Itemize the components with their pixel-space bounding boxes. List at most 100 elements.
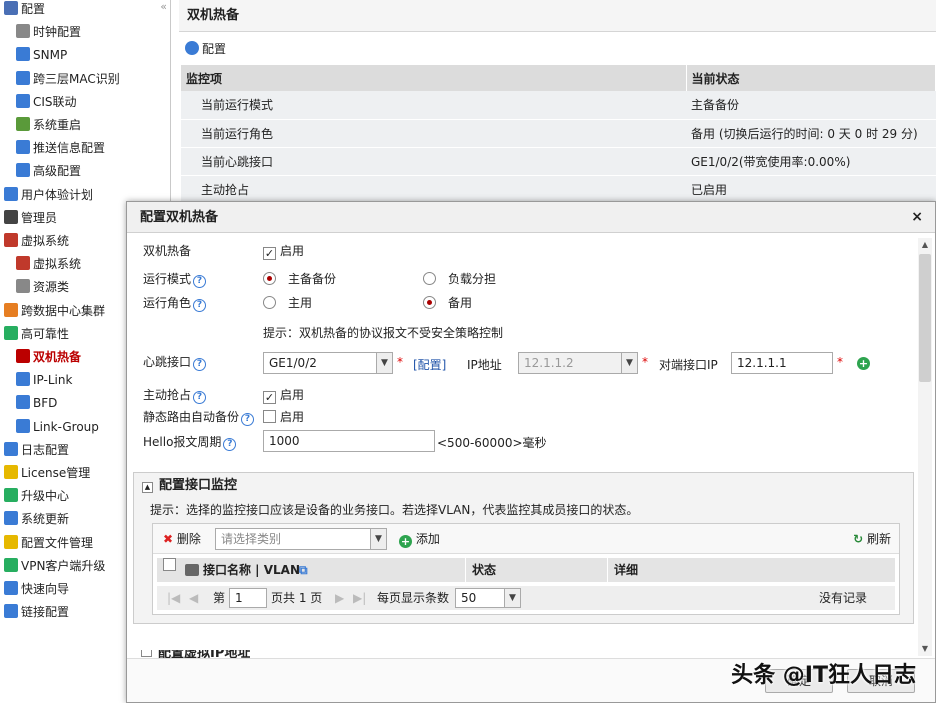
hello-input[interactable]: 1000 xyxy=(263,430,435,452)
sidebar-item-label: 用户体验计划 xyxy=(21,187,94,202)
sidebar-item[interactable]: 用户体验计划 xyxy=(4,184,93,206)
sidebar-item[interactable]: 配置文件管理 xyxy=(4,532,93,554)
sidebar-item[interactable]: Link-Group xyxy=(16,416,99,438)
delete-button[interactable]: ✖ 删除 xyxy=(163,524,201,554)
sidebar-item[interactable]: 双机热备 xyxy=(16,346,81,368)
per-page-select[interactable]: 50 ▼ xyxy=(455,588,521,608)
config-button[interactable]: 配置 xyxy=(185,38,226,60)
sidebar-item[interactable]: VPN客户端升级 xyxy=(4,555,105,577)
sidebar-item[interactable]: SNMP xyxy=(16,44,67,66)
chevron-down-icon: ▼ xyxy=(376,353,392,373)
clock-icon xyxy=(16,24,30,39)
help-icon[interactable]: ? xyxy=(193,358,207,371)
collapse-toggle-icon[interactable] xyxy=(141,650,152,657)
add-icon[interactable]: + xyxy=(857,357,870,370)
config-icon xyxy=(4,1,18,15)
sidebar-item-label: 时钟配置 xyxy=(33,25,82,40)
scroll-down-icon[interactable]: ▼ xyxy=(918,642,932,656)
status-cell: GE1/0/2(带宽使用率:0.00%) xyxy=(686,147,936,176)
heartbeat-config-link[interactable]: [配置] xyxy=(413,358,446,372)
help-icon[interactable]: ? xyxy=(193,391,207,404)
sidebar-item[interactable]: 日志配置 xyxy=(4,439,69,461)
ip-value: 12.1.1.2 xyxy=(524,356,574,370)
first-page-icon[interactable]: |◀ xyxy=(167,586,180,610)
prev-page-icon[interactable]: ◀ xyxy=(189,586,198,610)
role-opt2-label: 备用 xyxy=(448,296,473,310)
sidebar-item-label: 升级中心 xyxy=(21,489,70,504)
help-icon[interactable]: ? xyxy=(193,275,207,288)
status-cell: 备用 (切换后运行的时间: 0 天 0 时 29 分) xyxy=(686,119,936,148)
role-radio-standby[interactable]: 备用 xyxy=(423,294,472,311)
refresh-icon: ↻ xyxy=(853,532,864,546)
page-total: 页共 1 页 xyxy=(271,591,323,605)
sidebar-item[interactable]: 资源类 xyxy=(16,276,69,298)
collapse-toggle-icon[interactable]: ▲ xyxy=(142,482,153,493)
sidebar-item-label: 推送信息配置 xyxy=(33,141,106,156)
sidebar-item[interactable]: 跨三层MAC识别 xyxy=(16,68,120,90)
heartbeat-select[interactable]: GE1/0/2 ▼ xyxy=(263,352,393,374)
dialog-body: 双机热备 ✓ 启用 运行模式? 主备备份 负载分担 运行角色? 主用 备用 提示：… xyxy=(131,236,915,658)
sidebar-item[interactable]: 时钟配置 xyxy=(16,21,81,43)
sidebar-item[interactable]: 高级配置 xyxy=(16,160,81,182)
peer-ip-input[interactable]: 12.1.1.1 xyxy=(731,352,833,374)
help-icon[interactable]: ? xyxy=(223,438,237,451)
sidebar-item[interactable]: 快速向导 xyxy=(4,578,69,600)
mode-radio-active-standby[interactable]: 主备备份 xyxy=(263,270,336,287)
sidebar-item[interactable]: 虚拟系统 xyxy=(4,230,69,252)
admin-icon xyxy=(4,209,18,224)
help-icon[interactable]: ? xyxy=(193,299,207,312)
role-radio-primary[interactable]: 主用 xyxy=(263,294,312,311)
sidebar-item[interactable]: 管理员 xyxy=(4,207,57,229)
advanced-icon xyxy=(16,163,30,178)
refresh-button[interactable]: ↻ 刷新 xyxy=(853,524,891,554)
close-icon[interactable]: × xyxy=(911,202,923,233)
resource-icon xyxy=(16,279,30,294)
sidebar-item[interactable]: 系统重启 xyxy=(16,114,81,136)
required-mark: * xyxy=(837,355,843,369)
preempt-checkbox[interactable]: ✓ 启用 xyxy=(263,386,304,404)
cluster-icon xyxy=(4,302,18,317)
ip-label: IP地址 xyxy=(467,358,502,372)
sidebar-item[interactable]: 系统更新 xyxy=(4,508,69,530)
scrollbar[interactable]: ▲ ▼ xyxy=(918,238,932,656)
sidebar-item[interactable]: 跨数据中心集群 xyxy=(4,300,105,322)
collapse-icon[interactable]: « xyxy=(160,0,167,13)
sidebar-item[interactable]: BFD xyxy=(16,392,57,414)
mode-opt1-label: 主备备份 xyxy=(288,272,337,286)
sidebar-item[interactable]: 链接配置 xyxy=(4,601,69,623)
delete-label: 删除 xyxy=(176,532,201,546)
category-select[interactable]: 请选择类别 ▼ xyxy=(215,528,387,550)
page-input[interactable]: 1 xyxy=(229,588,267,608)
scroll-up-icon[interactable]: ▲ xyxy=(918,238,932,252)
help-icon[interactable]: ? xyxy=(241,413,255,426)
col-status[interactable]: 状态 xyxy=(465,558,496,582)
sidebar-item[interactable]: 虚拟系统 xyxy=(16,253,81,275)
monitor-item-cell: 当前心跳接口 xyxy=(181,147,686,176)
last-page-icon[interactable]: ▶| xyxy=(353,586,366,610)
watermark: 头条 @IT狂人日志 xyxy=(731,663,916,688)
col-detail[interactable]: 详细 xyxy=(607,558,638,582)
pagination: |◀ ◀ 第 1 页共 1 页 ▶ ▶| 每页显示条数 50 ▼ 没有记录 xyxy=(157,586,895,610)
radio-selected-icon xyxy=(423,296,436,309)
sidebar-item[interactable]: 配置 xyxy=(4,0,45,20)
upgrade-icon xyxy=(4,488,18,503)
select-all-checkbox[interactable] xyxy=(163,558,176,571)
scroll-thumb[interactable] xyxy=(919,254,931,382)
sidebar-item[interactable]: 推送信息配置 xyxy=(16,137,105,159)
sidebar-item[interactable]: 升级中心 xyxy=(4,485,69,507)
static-route-checkbox[interactable]: 启用 xyxy=(263,408,304,425)
protocol-tip: 提示：双机热备的协议报文不受安全策略控制 xyxy=(263,326,504,340)
radio-selected-icon xyxy=(263,272,276,285)
mode-radio-load-sharing[interactable]: 负载分担 xyxy=(423,270,496,287)
sidebar-item-label: 双机热备 xyxy=(33,350,82,364)
role-opt1-label: 主用 xyxy=(288,296,313,310)
sidebar-item[interactable]: CIS联动 xyxy=(16,91,77,113)
add-button[interactable]: + 添加 xyxy=(399,524,440,554)
sidebar-item[interactable]: IP-Link xyxy=(16,369,72,391)
sidebar-item[interactable]: License管理 xyxy=(4,462,90,484)
hot-standby-checkbox[interactable]: ✓ 启用 xyxy=(263,242,304,260)
sidebar-item[interactable]: 高可靠性 xyxy=(4,323,69,345)
sidebar-item-label: Link-Group xyxy=(33,419,99,434)
col-interface-name[interactable]: 接口名称 | VLAN xyxy=(203,558,300,582)
next-page-icon[interactable]: ▶ xyxy=(335,586,344,610)
